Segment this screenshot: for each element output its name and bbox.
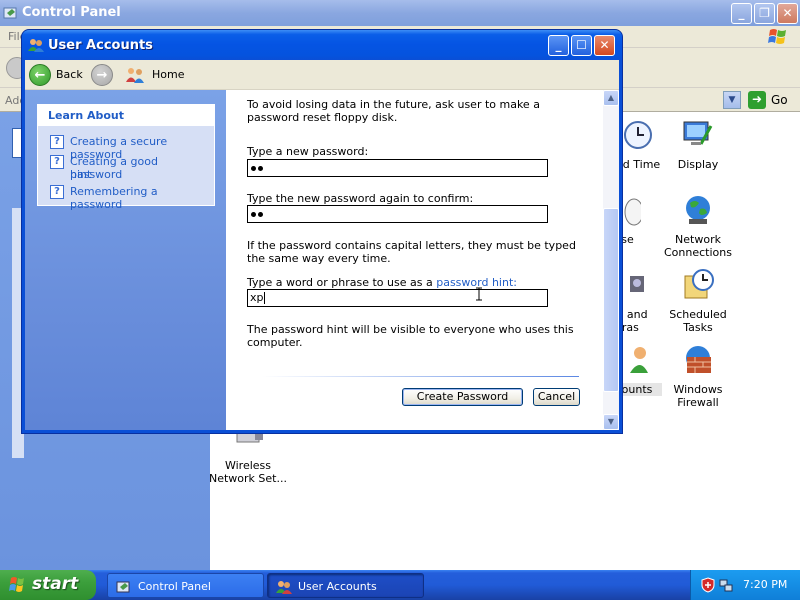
password-hint-field[interactable]: xp [247,289,548,307]
user-accounts-window: User Accounts _ ☐ ✕ ← Back → Home Learn … [22,30,622,433]
taskbar: start Control Panel User Accounts 7:20 P… [0,570,800,600]
password-dot [258,212,263,217]
form-separator [262,376,579,377]
hint-visibility-note-line2: computer. [247,336,303,349]
clock-icon [621,118,655,152]
ua-side-pane: Learn About ? Creating a secure password… [25,90,226,430]
back-label[interactable]: Back [56,68,83,81]
address-dropdown-icon[interactable]: ▼ [723,91,741,109]
new-password-field[interactable] [247,159,548,177]
cp-item-label: Network [675,233,721,246]
go-button[interactable]: ➜ Go [746,90,798,110]
intro-text-line2: password reset floppy disk. [247,111,398,124]
home-label[interactable]: Home [152,68,184,81]
cp-item-network-connections[interactable]: Network Connections [658,193,738,259]
taskbar-control-panel[interactable]: Control Panel [107,573,264,598]
link-text: Remembering a password [70,185,158,211]
text-cursor-icon [476,287,482,301]
security-shield-icon[interactable] [701,577,715,593]
start-button[interactable]: start [0,570,96,600]
ua-toolbar: ← Back → Home [25,60,619,90]
firewall-icon [681,343,715,377]
scroll-thumb[interactable] [603,208,619,392]
control-panel-titlebar[interactable]: Control Panel _ ❐ ✕ [0,0,800,26]
system-tray: 7:20 PM [690,570,800,600]
cp-item-wireless-network-setup[interactable]: Wireless Network Set... [208,430,288,485]
minimize-button[interactable]: _ [731,3,752,24]
help-question-icon: ? [50,185,64,199]
user-accounts-title: User Accounts [48,38,153,53]
user-accounts-task-icon [276,581,292,594]
link-text-2: hint [70,168,92,181]
password-dot [251,166,256,171]
cp-item-display[interactable]: Display [658,118,738,171]
cp-item-label-2: Connections [664,246,732,259]
cp-item-scheduled-tasks[interactable]: Scheduled Tasks [658,268,738,334]
forward-arrow-icon[interactable]: → [91,64,113,86]
caps-note-line1: If the password contains capital letters… [247,239,576,252]
back-arrow-icon[interactable]: ← [29,64,51,86]
scheduled-tasks-icon [681,268,715,302]
user-accounts-title-icon [28,39,44,52]
caps-note-line2: the same way every time. [247,252,391,265]
user-accounts-titlebar[interactable]: User Accounts _ ☐ ✕ [22,30,622,60]
cp-item-windows-firewall[interactable]: Windows Firewall [658,343,738,409]
control-panel-task-icon [116,581,130,593]
home-icon[interactable] [125,66,147,84]
windows-flag-icon [9,577,24,592]
control-panel-icon [3,7,17,19]
hint-visibility-note-line1: The password hint will be visible to eve… [247,323,574,336]
control-panel-title: Control Panel [22,5,121,20]
password-dot [258,166,263,171]
cp-item-label: Windows [673,383,723,396]
confirm-password-field[interactable] [247,205,548,223]
scroll-down-icon[interactable]: ▼ [603,414,619,430]
start-label: start [32,574,79,594]
ua-close-button[interactable]: ✕ [594,35,615,56]
clock: 7:20 PM [743,578,788,591]
create-password-button[interactable]: Create Password [402,388,523,406]
new-password-label: Type a new password: [247,145,369,158]
password-dot [251,212,256,217]
vertical-scrollbar[interactable]: ▲ ▼ [603,90,619,430]
taskbar-label: Control Panel [138,580,211,593]
password-hint-value: xp [250,291,264,304]
ua-maximize-button[interactable]: ☐ [571,35,592,56]
confirm-password-mask [250,207,264,220]
network-globe-icon [681,193,715,227]
user-accounts-body: ← Back → Home Learn About ? Creating a s… [25,60,619,430]
intro-text-line1: To avoid losing data in the future, ask … [247,98,540,111]
network-status-icon[interactable] [719,577,733,593]
cp-item-label: Scheduled [669,308,727,321]
cancel-button[interactable]: Cancel [533,388,580,406]
display-icon [681,118,715,152]
confirm-password-label: Type the new password again to confirm: [247,192,474,205]
cp-item-label: Wireless [224,459,272,472]
learn-about-header: Learn About [38,105,214,126]
ua-minimize-button[interactable]: _ [548,35,569,56]
scroll-up-icon[interactable]: ▲ [603,90,619,106]
taskbar-user-accounts[interactable]: User Accounts [267,573,424,598]
hint-label-prefix: Type a word or phrase to use as a [247,276,437,289]
cp-item-label-2: Network Set... [209,472,287,485]
help-question-icon: ? [50,135,64,149]
go-arrow-icon: ➜ [748,91,766,109]
taskbar-label: User Accounts [298,580,377,593]
windows-logo-icon [768,29,786,44]
close-button[interactable]: ✕ [777,3,798,24]
help-question-icon: ? [50,155,64,169]
cp-item-label-2: Firewall [677,396,719,409]
create-password-form: To avoid losing data in the future, ask … [226,90,603,430]
go-label: Go [771,93,788,107]
cp-item-label-2: Tasks [683,321,713,334]
new-password-mask [250,161,264,174]
restore-button[interactable]: ❐ [754,3,775,24]
learn-about-box: Learn About ? Creating a secure password… [37,104,215,211]
text-caret [263,292,265,304]
cp-item-label: Display [677,158,719,171]
